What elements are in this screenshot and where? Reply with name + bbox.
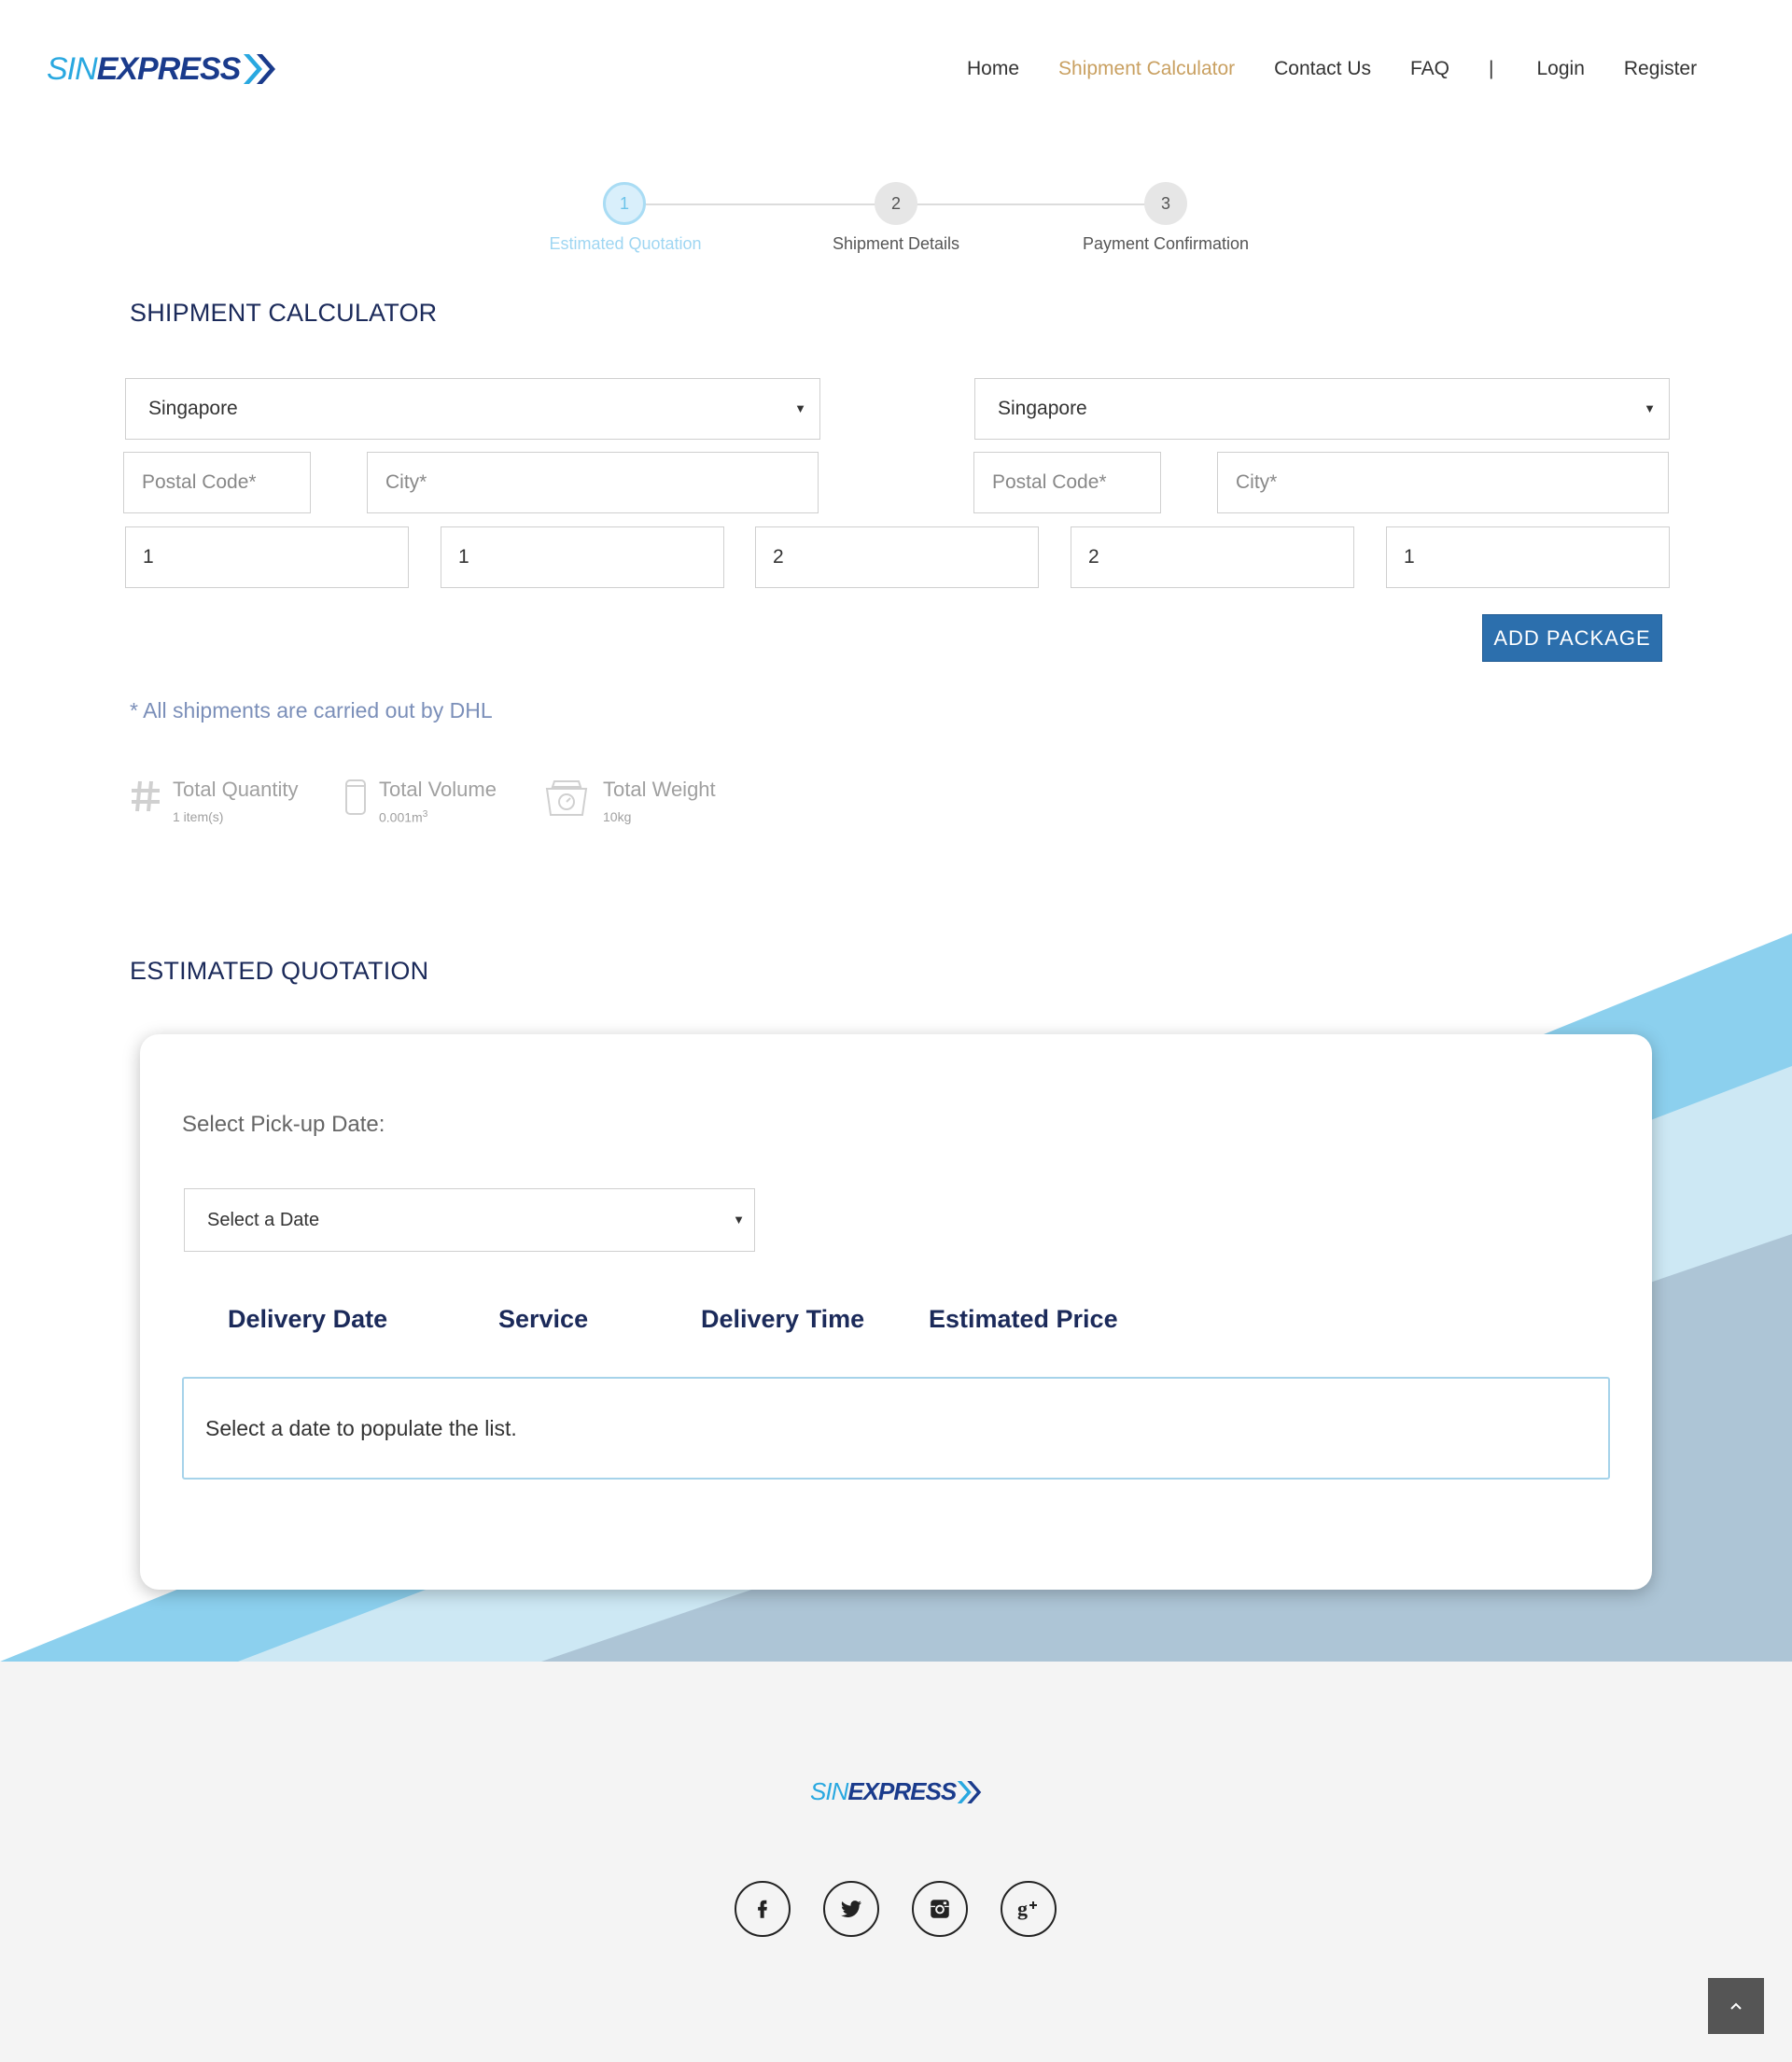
origin-country-select[interactable]: Singapore ▼	[125, 378, 820, 440]
footer-logo-express-text: EXPRESS	[847, 1777, 957, 1805]
nav-faq[interactable]: FAQ	[1410, 58, 1449, 80]
logo-express-text: EXPRESS	[96, 50, 242, 87]
hash-icon	[132, 780, 160, 812]
total-volume-summary: Total Volume 0.001m3	[343, 778, 497, 825]
nav-register[interactable]: Register	[1624, 58, 1697, 80]
origin-city-input[interactable]: City*	[367, 452, 819, 513]
origin-country-value: Singapore	[148, 398, 238, 419]
total-volume-superscript: 3	[422, 809, 428, 820]
package-field-1[interactable]: 1	[125, 526, 409, 588]
footer-logo[interactable]: SIN EXPRESS	[810, 1777, 986, 1806]
destination-country-select[interactable]: Singapore ▼	[974, 378, 1670, 440]
column-service: Service	[498, 1305, 589, 1333]
chevron-down-icon: ▼	[733, 1213, 745, 1227]
step-1-dot: 1	[603, 182, 646, 225]
destination-country-value: Singapore	[998, 398, 1087, 419]
footer-logo-sin-text: SIN	[810, 1777, 848, 1805]
total-weight-summary: Total Weight 10kg	[541, 778, 716, 824]
nav-home[interactable]: Home	[967, 58, 1019, 80]
scroll-to-top-button[interactable]	[1708, 1978, 1764, 2034]
package-field-4[interactable]: 2	[1071, 526, 1354, 588]
scale-icon	[545, 780, 588, 816]
nav-separator: |	[1489, 58, 1494, 79]
total-weight-value: 10kg	[603, 809, 632, 824]
nav-login[interactable]: Login	[1536, 58, 1584, 80]
google-plus-icon[interactable]: g	[1001, 1881, 1057, 1937]
shipment-calculator-title: SHIPMENT CALCULATOR	[130, 299, 438, 327]
total-quantity-value: 1 item(s)	[173, 809, 224, 824]
destination-postal-code-input[interactable]: Postal Code*	[973, 452, 1161, 513]
logo-sin-text: SIN	[47, 50, 98, 87]
total-quantity-label: Total Quantity	[173, 778, 299, 801]
column-delivery-date: Delivery Date	[228, 1305, 388, 1333]
quotation-card: Select Pick-up Date: Select a Date ▼ Del…	[140, 1034, 1652, 1590]
column-delivery-time: Delivery Time	[701, 1305, 865, 1333]
progress-stepper: 1 2 3 Estimated Quotation Shipment Detai…	[0, 182, 1792, 266]
column-estimated-price: Estimated Price	[929, 1305, 1118, 1333]
nav-contact-us[interactable]: Contact Us	[1274, 58, 1371, 80]
package-field-5[interactable]: 1	[1386, 526, 1670, 588]
dhl-note: * All shipments are carried out by DHL	[130, 698, 493, 722]
instagram-icon[interactable]	[912, 1881, 968, 1937]
total-quantity-summary: Total Quantity 1 item(s)	[130, 778, 299, 824]
twitter-icon[interactable]	[823, 1881, 879, 1937]
total-volume-value: 0.001m	[379, 809, 423, 825]
total-weight-label: Total Weight	[603, 778, 716, 801]
step-2-dot: 2	[875, 182, 917, 225]
step-3-dot: 3	[1144, 182, 1187, 225]
chevron-down-icon: ▼	[794, 401, 806, 415]
pickup-date-select[interactable]: Select a Date ▼	[184, 1188, 755, 1252]
site-footer: SIN EXPRESS g	[0, 1662, 1792, 2062]
step-3-label: Payment Confirmation	[1082, 234, 1250, 253]
main-nav: Home Shipment Calculator Contact Us FAQ …	[967, 58, 1736, 80]
origin-postal-code-input[interactable]: Postal Code*	[123, 452, 311, 513]
quotation-list-empty: Select a date to populate the list.	[182, 1377, 1610, 1480]
logo-chevrons-icon	[244, 54, 276, 84]
site-header: SIN EXPRESS Home Shipment Calculator Con…	[0, 0, 1792, 140]
package-field-3[interactable]: 2	[755, 526, 1039, 588]
site-logo[interactable]: SIN EXPRESS	[47, 50, 281, 88]
package-field-2[interactable]: 1	[441, 526, 724, 588]
pickup-date-value: Select a Date	[207, 1209, 320, 1230]
footer-logo-chevrons-icon	[957, 1780, 982, 1803]
pickup-date-label: Select Pick-up Date:	[182, 1112, 385, 1137]
chevron-up-icon	[1730, 2002, 1742, 2010]
step-2-label: Shipment Details	[832, 234, 960, 253]
total-volume-value-wrap: 0.001m3	[379, 809, 497, 825]
svg-text:g: g	[1017, 1897, 1028, 1920]
total-volume-label: Total Volume	[379, 778, 497, 801]
nav-shipment-calculator[interactable]: Shipment Calculator	[1058, 58, 1235, 80]
add-package-button[interactable]: ADD PACKAGE	[1482, 614, 1662, 662]
facebook-icon[interactable]	[735, 1881, 791, 1937]
estimated-quotation-title: ESTIMATED QUOTATION	[130, 957, 429, 985]
chevron-down-icon: ▼	[1644, 401, 1656, 415]
destination-city-input[interactable]: City*	[1217, 452, 1669, 513]
step-1-label: Estimated Quotation	[549, 234, 702, 253]
cylinder-icon	[345, 779, 366, 815]
